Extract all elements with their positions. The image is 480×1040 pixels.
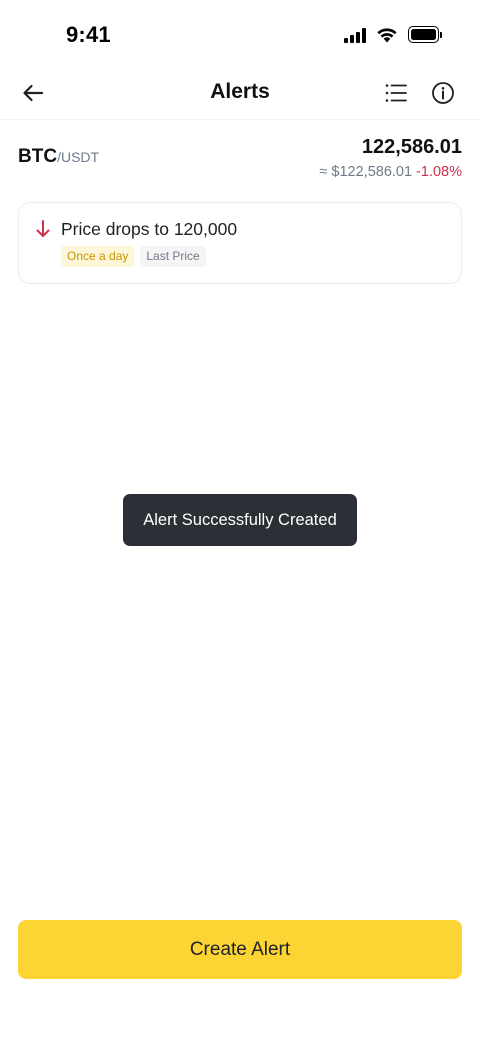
status-bar: 9:41 (0, 0, 480, 70)
pair-name: BTC /USDT (18, 146, 99, 168)
pair-quote: /USDT (57, 149, 100, 165)
cellular-signal-icon (344, 27, 366, 43)
wifi-icon (377, 27, 397, 42)
create-alert-button[interactable]: Create Alert (18, 920, 462, 979)
toast-message: Alert Successfully Created (143, 510, 337, 529)
list-icon (385, 84, 407, 102)
toast: Alert Successfully Created (123, 494, 357, 546)
alert-price-type-tag: Last Price (140, 246, 206, 267)
battery-icon (408, 26, 442, 43)
pair-change: -1.08% (416, 164, 462, 180)
info-icon (432, 82, 454, 104)
trading-pair-row: BTC /USDT 122,586.01 ≈ $122,586.01 -1.08… (0, 120, 480, 192)
pair-base: BTC (18, 146, 58, 167)
pair-sub: ≈ $122,586.01 -1.08% (319, 164, 462, 180)
alert-list-button[interactable] (380, 78, 412, 108)
arrow-down-icon (36, 220, 50, 237)
nav-header: Alerts (0, 70, 480, 120)
alert-frequency-tag: Once a day (61, 246, 135, 267)
alert-title: Price drops to 120,000 (61, 219, 238, 239)
pair-usd-price: ≈ $122,586.01 (319, 164, 413, 180)
create-alert-label: Create Alert (189, 938, 291, 960)
alert-card[interactable]: Price drops to 120,000 Once a day Last P… (18, 202, 462, 284)
pair-price: 122,586.01 (361, 136, 462, 158)
info-button[interactable] (428, 78, 458, 108)
status-icons (344, 26, 442, 43)
alert-tags: Once a day Last Price (61, 246, 206, 267)
status-time: 9:41 (66, 22, 111, 47)
